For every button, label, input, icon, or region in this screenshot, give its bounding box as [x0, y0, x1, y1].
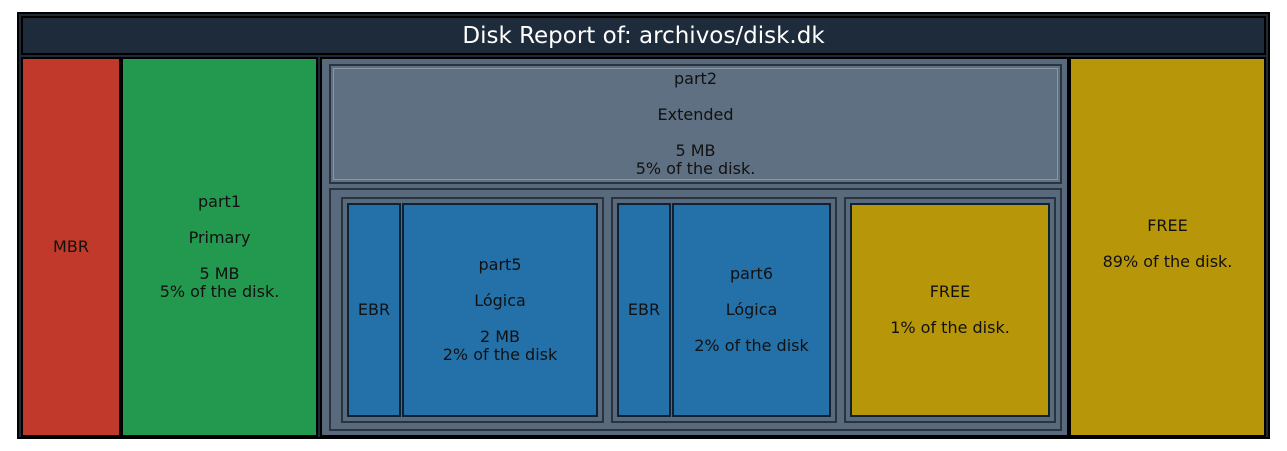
- partition-size: 5 MB: [675, 141, 716, 160]
- disk-report: Disk Report of: archivos/disk.dk MBR par…: [17, 12, 1270, 439]
- partition-type: Primary: [188, 228, 251, 247]
- partition-name: part6: [730, 264, 773, 283]
- partition-name: part2: [674, 69, 717, 88]
- partition-part1: part1 Primary 5 MB 5% of the disk.: [121, 57, 318, 437]
- mbr-block: MBR: [21, 57, 121, 437]
- mbr-label: MBR: [53, 237, 89, 256]
- free-percent: 1% of the disk.: [890, 318, 1010, 337]
- report-title: Disk Report of: archivos/disk.dk: [21, 16, 1266, 55]
- ebr-label: EBR: [627, 300, 661, 319]
- partition-part2-extended: part2 Extended 5 MB 5% of the disk. EBR …: [320, 57, 1069, 437]
- free-percent: 89% of the disk.: [1102, 252, 1233, 271]
- partition-type: Lógica: [725, 300, 778, 319]
- disk-free-space: FREE 89% of the disk.: [1069, 57, 1266, 437]
- extended-body: EBR part5 Lógica 2 MB 2% of the disk EBR…: [329, 188, 1062, 431]
- partition-percent: 5% of the disk.: [159, 282, 280, 301]
- logical-partition-part6: part6 Lógica 2% of the disk: [672, 203, 831, 417]
- logical-group-part6: EBR part6 Lógica 2% of the disk: [611, 197, 837, 423]
- partition-percent: 2% of the disk: [694, 336, 809, 355]
- partition-size: 2 MB: [479, 327, 521, 346]
- ebr-block: EBR: [617, 203, 671, 417]
- logical-group-part5: EBR part5 Lógica 2 MB 2% of the disk: [341, 197, 604, 423]
- partition-name: part1: [198, 192, 241, 211]
- free-label: FREE: [929, 282, 971, 301]
- free-label: FREE: [1147, 216, 1188, 235]
- partition-name: part5: [478, 255, 522, 274]
- partition-type: Extended: [657, 105, 734, 124]
- partition-percent: 2% of the disk: [442, 345, 558, 364]
- extended-free-space: FREE 1% of the disk.: [850, 203, 1050, 417]
- logical-partition-part5: part5 Lógica 2 MB 2% of the disk: [402, 203, 598, 417]
- ebr-block: EBR: [347, 203, 401, 417]
- partition-size: 5 MB: [199, 264, 240, 283]
- ebr-label: EBR: [357, 300, 391, 319]
- extended-header: part2 Extended 5 MB 5% of the disk.: [329, 64, 1062, 184]
- partition-percent: 5% of the disk.: [635, 159, 756, 178]
- extended-free-wrap: FREE 1% of the disk.: [844, 197, 1056, 423]
- partition-type: Lógica: [474, 291, 526, 310]
